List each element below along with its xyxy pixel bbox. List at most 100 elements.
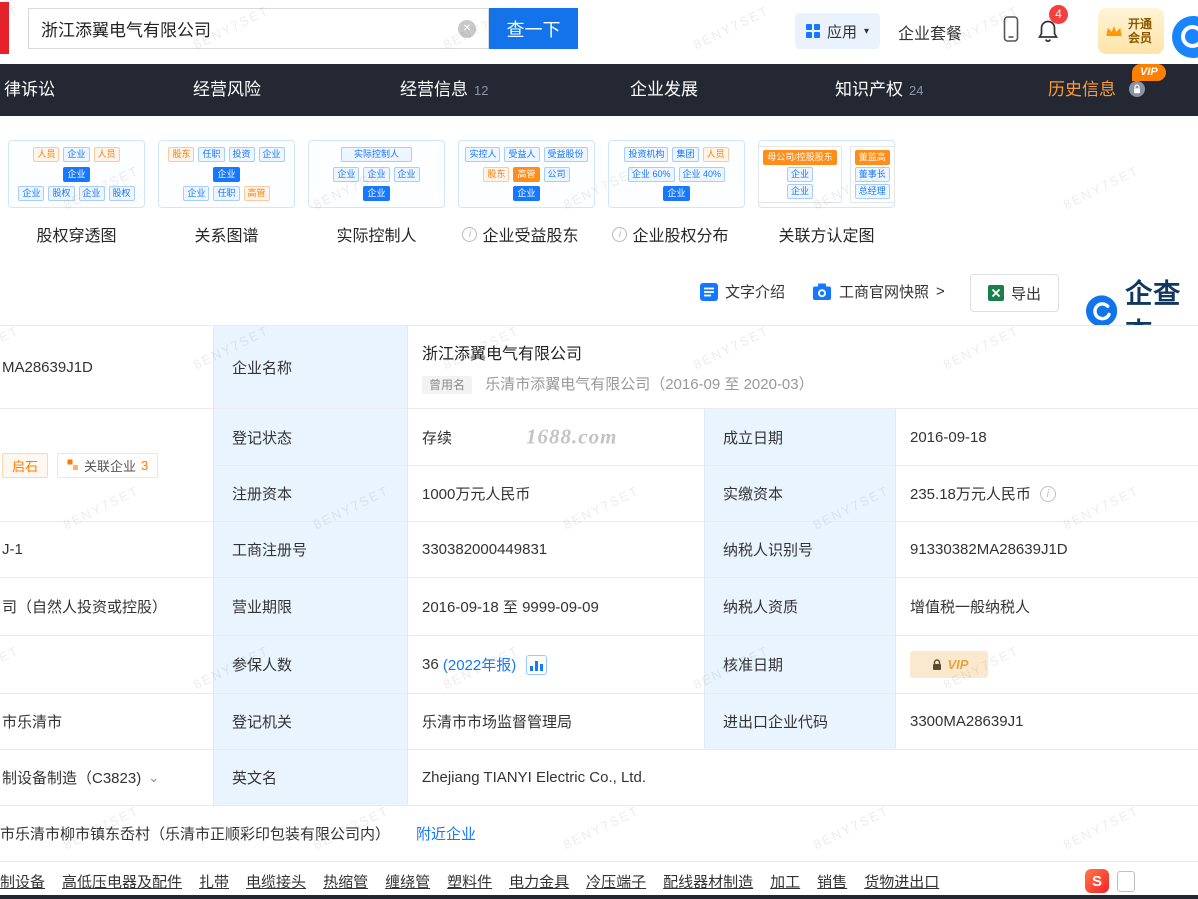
annual-report-link[interactable]: (2022年报): [443, 654, 516, 675]
tag-qishi[interactable]: 启石: [2, 452, 49, 478]
mini-chip: 企业: [663, 186, 690, 201]
mini-chip: 企业: [393, 166, 420, 182]
export-button[interactable]: 导出: [970, 274, 1060, 312]
tab-lawsuits[interactable]: 律诉讼: [4, 64, 55, 116]
info-icon: i: [612, 226, 628, 242]
chart-label-related-party[interactable]: 关联方认定图: [758, 222, 895, 246]
mini-chip: 企业: [213, 166, 240, 182]
tab-ip[interactable]: 知识产权 24: [835, 64, 923, 116]
tab-business-info[interactable]: 经营信息 12: [400, 64, 488, 116]
chevron-down-icon[interactable]: ⌄: [148, 770, 159, 786]
mini-chip: 投资: [228, 147, 255, 162]
credit-code-partial-cell: MA28639J1D: [0, 326, 213, 409]
scope-keyword[interactable]: 加工: [770, 871, 800, 892]
mini-chip: 任职: [213, 186, 240, 201]
chart-card-actual-controller[interactable]: 实际控制人 企业 企业 企业 企业: [308, 140, 445, 208]
chart-card-beneficial-shareholders[interactable]: 实控人 受益人 受益股份 股东 高管 公司 企业: [458, 140, 595, 208]
company-tags-cell: 启石 关联企业 3: [0, 409, 213, 522]
chart-label-actual-controller[interactable]: 实际控制人: [308, 222, 445, 246]
nearby-companies-link[interactable]: 附近企业: [416, 823, 476, 844]
table-row: 营业期限 2016-09-18 至 9999-09-09 纳税人资质 增值税一般…: [213, 578, 1198, 636]
tab-history[interactable]: 历史信息 VIP: [1048, 64, 1166, 116]
snapshot-button[interactable]: 工商官网快照 >: [812, 281, 945, 302]
value-taxpayer-id: 91330382MA28639J1D: [896, 522, 1198, 578]
value-taxpayer-qualification: 增值税一般纳税人: [896, 578, 1198, 636]
tab-count: 24: [909, 83, 924, 98]
search-input[interactable]: [29, 9, 488, 48]
chart-label-relationship-graph[interactable]: 关系图谱: [158, 222, 295, 246]
scope-keyword[interactable]: 制设备: [0, 871, 45, 892]
value-english-name: Zhejiang TIANYI Electric Co., Ltd.: [408, 750, 1198, 806]
apps-button[interactable]: 应用 ▾: [795, 13, 881, 49]
scope-keyword[interactable]: 塑料件: [447, 871, 492, 892]
scope-keyword[interactable]: 配线器材制造: [663, 871, 753, 892]
label-english-name: 英文名: [213, 750, 408, 806]
clear-icon[interactable]: ✕: [458, 20, 476, 38]
vip-upgrade-button[interactable]: 开通 会员: [1098, 8, 1164, 54]
mini-chip: 投资机构: [624, 147, 669, 162]
chart-card-equity-penetration[interactable]: 人员 企业 人员 企业 企业 股权 企业 股权: [8, 140, 145, 208]
mini-chip: 公司: [543, 166, 570, 182]
vip-locked-value[interactable]: VIP: [910, 651, 988, 678]
label-business-term: 营业期限: [213, 578, 408, 636]
text-intro-button[interactable]: 文字介绍: [700, 281, 785, 302]
chart-card-equity-distribution[interactable]: 投资机构 集团 人员 企业 60% 企业 40% 企业: [608, 140, 745, 208]
bottom-edge-line: [0, 895, 1198, 899]
tab-development[interactable]: 企业发展: [630, 64, 698, 116]
mini-chip: 母公司/控股股东: [763, 149, 837, 165]
region-partial-cell: 市乐清市: [0, 694, 213, 750]
caret-down-icon: ▾: [864, 25, 870, 37]
search-button[interactable]: 查一下: [489, 8, 578, 49]
chart-label-equity-distribution[interactable]: i 企业股权分布: [602, 222, 739, 246]
mini-chip: 企业: [63, 166, 90, 182]
mini-chip: 企业: [363, 166, 390, 182]
scope-keyword[interactable]: 热缩管: [323, 871, 368, 892]
scope-keyword[interactable]: 冷压端子: [586, 871, 646, 892]
mini-chip: 企业: [513, 186, 540, 201]
notification-badge: 4: [1049, 5, 1068, 24]
vip-badge: VIP: [1132, 64, 1166, 81]
former-name-tag: 曾用名: [422, 376, 473, 394]
chart-label-beneficial-shareholders[interactable]: i 企业受益股东: [452, 222, 589, 246]
info-icon[interactable]: i: [1039, 485, 1056, 502]
apps-label: 应用: [827, 23, 858, 41]
scope-keyword[interactable]: 货物进出口: [864, 871, 939, 892]
label-import-export-code: 进出口企业代码: [704, 694, 896, 750]
scope-keyword[interactable]: 电力金具: [509, 871, 569, 892]
mini-chip: 股权: [108, 186, 135, 201]
empty-left-cell: [0, 636, 213, 694]
mascot-icon[interactable]: [1172, 16, 1198, 58]
vip-line2: 会员: [1128, 31, 1153, 45]
scope-keyword[interactable]: 扎带: [199, 871, 229, 892]
value-approval-date: VIP: [896, 636, 1198, 694]
related-companies-tag[interactable]: 关联企业 3: [57, 452, 159, 478]
business-scope-row: S 制设备 高低压电器及配件 扎带 电缆接头 热缩管 缠绕管 塑料件 电力金具 冷压端子 配线器材…: [0, 862, 1198, 899]
chart-card-relationship-graph[interactable]: 股东 任职 投资 企业 企业 企业 任职 高管: [158, 140, 295, 208]
enterprise-package-link[interactable]: 企业套餐: [898, 20, 962, 44]
tab-business-risk[interactable]: 经营风险: [193, 64, 261, 116]
mini-chip: 企业: [183, 186, 210, 201]
scope-keyword[interactable]: 高低压电器及配件: [62, 871, 182, 892]
mini-chip: 董事长: [854, 166, 890, 182]
chart-label-equity-penetration[interactable]: 股权穿透图: [8, 222, 145, 246]
mini-chip: 高管: [243, 186, 270, 201]
extension-icon[interactable]: [1117, 871, 1135, 892]
value-registered-capital: 1000万元人民币: [408, 466, 704, 522]
value-business-term: 2016-09-18 至 9999-09-09: [408, 578, 704, 636]
mini-chip: 企业 40%: [678, 166, 726, 182]
extension-s-icon[interactable]: S: [1085, 869, 1109, 893]
scope-keyword[interactable]: 销售: [817, 871, 847, 892]
crown-icon: [1106, 26, 1122, 36]
scope-keyword[interactable]: 缠绕管: [385, 871, 430, 892]
table-row: 登记机关 乐清市市场监督管理局 进出口企业代码 3300MA28639J1: [213, 694, 1198, 750]
scope-keyword[interactable]: 电缆接头: [246, 871, 306, 892]
mini-chip: 企业: [258, 147, 285, 162]
table-row: 企业名称 浙江添翼电气有限公司 曾用名 乐清市添翼电气有限公司（2016-09 …: [213, 326, 1198, 409]
bar-chart-icon[interactable]: [526, 654, 548, 675]
apps-grid-icon: [806, 24, 820, 38]
mobile-app-icon[interactable]: [1001, 15, 1021, 48]
chart-card-related-party[interactable]: 母公司/控股股东 企业 企业 董监高 董事长 总经理: [758, 140, 895, 208]
label-paid-in-capital: 实缴资本: [704, 466, 896, 522]
value-business-reg-no: 330382000449831: [408, 522, 704, 578]
mini-chip: 企业 60%: [627, 166, 675, 182]
